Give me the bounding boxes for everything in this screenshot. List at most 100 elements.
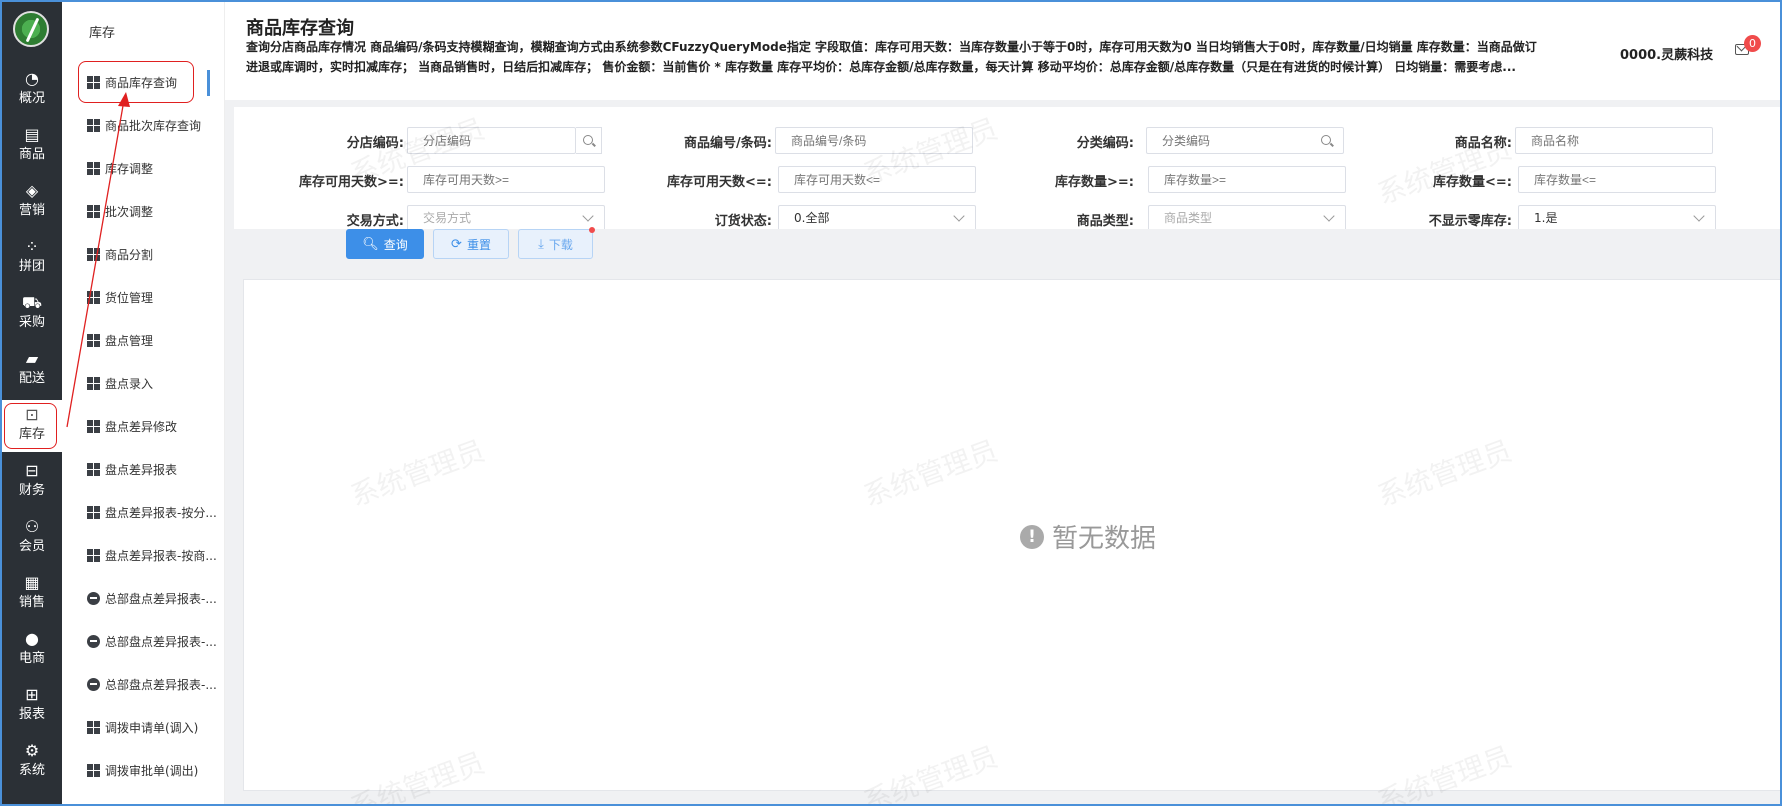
nav-item-delivery[interactable]: ▰ 配送 (2, 344, 62, 396)
menu-item-location-manage[interactable]: 货位管理 (87, 286, 222, 308)
menu-item-label: 总部盘点差异报表-... (105, 591, 217, 606)
nav-item-finance[interactable]: ⊟ 财务 (2, 456, 62, 508)
menu-item-batch-stock-query[interactable]: 商品批次库存查询 (87, 114, 222, 136)
menu-item-label: 商品分割 (105, 247, 154, 262)
nav-item-marketing[interactable]: ◈ 营销 (2, 176, 62, 228)
menu-item-label: 批次调整 (105, 204, 154, 219)
menu-item-stocktake-manage[interactable]: 盘点管理 (87, 329, 222, 351)
circle-minus-icon (87, 634, 100, 648)
field-label: 库存数量<=: (1433, 175, 1512, 190)
category-code-input[interactable] (1146, 127, 1344, 154)
select-value: 1.是 (1534, 211, 1558, 225)
download-notice-dot (589, 227, 595, 233)
menu-item-hq-diff-report-3[interactable]: 总部盘点差异报表-... (87, 673, 222, 695)
nav-item-goods[interactable]: ▤ 商品 (2, 120, 62, 172)
truck-icon: ▰ (25, 349, 39, 368)
nav-label: 营销 (18, 203, 45, 218)
field-label: 库存可用天数>=: (299, 175, 404, 190)
menu-item-hq-diff-report-2[interactable]: 总部盘点差异报表-... (87, 630, 222, 652)
nav-item-reports[interactable]: ⊞ 报表 (2, 680, 62, 732)
download-button[interactable]: ⤓ 下载 (518, 229, 593, 259)
nav-item-overview[interactable]: ◔ 概况 (2, 64, 62, 116)
grid-icon (87, 118, 100, 132)
menu-item-transfer-approve-out[interactable]: 调拨审批单(调出) (87, 759, 222, 781)
available-days-min-input[interactable] (407, 166, 605, 193)
company-logo (13, 11, 49, 47)
search-form: 分店编码: 商品编号/条码: 分类编码: 商品名称: 库存可用天数>=: 库存可… (234, 107, 1780, 229)
grid-icon (87, 161, 100, 175)
nav-label: 拼团 (18, 259, 45, 274)
grid-icon (87, 204, 100, 218)
stock-qty-max-input[interactable] (1518, 166, 1716, 193)
goods-type-select[interactable]: 商品类型 (1148, 205, 1346, 229)
highlight-box-inventory (4, 403, 57, 449)
menu-item-label: 盘点差异修改 (105, 419, 178, 434)
menu-item-hq-diff-report-1[interactable]: 总部盘点差异报表-... (87, 587, 222, 609)
field-label: 库存数量>=: (1055, 175, 1134, 190)
search-icon[interactable] (1321, 135, 1331, 145)
stock-qty-min-input[interactable] (1148, 166, 1346, 193)
menu-item-diff-report-by-category[interactable]: 盘点差异报表-按分... (87, 501, 222, 523)
menu-item-goods-split[interactable]: 商品分割 (87, 243, 222, 265)
grid-icon (87, 720, 100, 734)
reset-button[interactable]: ⟳ 重置 (433, 229, 509, 259)
field-label: 交易方式: (346, 214, 404, 229)
menu-item-batch-adjust[interactable]: 批次调整 (87, 200, 222, 222)
goods-code-input[interactable] (775, 127, 973, 154)
download-button-label: 下载 (548, 237, 573, 252)
cart-icon: ⛟ (21, 293, 43, 312)
register-icon: ▦ (24, 573, 40, 592)
nav-label: 概况 (18, 91, 45, 106)
grid-icon (87, 333, 100, 347)
menu-item-label: 货位管理 (105, 290, 154, 305)
order-status-select[interactable]: 0.全部 (778, 205, 976, 229)
field-label: 分店编码: (346, 136, 404, 151)
grid-icon (87, 419, 100, 433)
circle-minus-icon (87, 591, 100, 605)
menu-item-stock-adjust[interactable]: 库存调整 (87, 157, 222, 179)
empty-state-text: 暂无数据 (1052, 524, 1157, 554)
menu-item-label: 盘点差异报表 (105, 462, 178, 477)
menu-item-diff-edit[interactable]: 盘点差异修改 (87, 415, 222, 437)
menu-item-stocktake-entry[interactable]: 盘点录入 (87, 372, 222, 394)
chevron-down-icon (953, 210, 965, 222)
store-code-search-button[interactable] (576, 127, 602, 154)
menu-item-diff-report-by-goods[interactable]: 盘点差异报表-按商... (87, 544, 222, 566)
grid-icon (87, 290, 100, 304)
money-icon: ⊟ (25, 461, 39, 480)
hide-zero-stock-select[interactable]: 1.是 (1518, 205, 1716, 229)
search-icon (583, 135, 593, 145)
trade-mode-select[interactable]: 交易方式 (407, 205, 605, 229)
grid-icon (87, 462, 100, 476)
menu-item-label: 盘点差异报表-按分... (105, 505, 217, 520)
menu-item-label: 商品批次库存查询 (105, 118, 202, 133)
query-button-label: 查询 (383, 237, 408, 252)
chevron-down-icon (1323, 210, 1335, 222)
company-name[interactable]: 0000.灵蕨科技 (1620, 44, 1713, 63)
nav-label: 财务 (18, 483, 45, 498)
grid-icon (87, 247, 100, 261)
nav-item-group-buy[interactable]: ⁘ 拼团 (2, 232, 62, 284)
available-days-max-input[interactable] (778, 166, 976, 193)
nav-item-member[interactable]: ⚇ 会员 (2, 512, 62, 564)
bag-icon: ◈ (25, 181, 39, 200)
highlight-box-stock-query (78, 61, 194, 103)
menu-item-diff-report[interactable]: 盘点差异报表 (87, 458, 222, 480)
menu-item-label: 调拨审批单(调出) (105, 763, 199, 778)
menu-item-transfer-request-in[interactable]: 调拨申请单(调入) (87, 716, 222, 738)
nav-label: 配送 (18, 371, 45, 386)
refresh-icon: ⟳ (451, 236, 462, 252)
report-icon: ⊞ (25, 685, 39, 704)
nav-item-purchase[interactable]: ⛟ 采购 (2, 288, 62, 340)
nav-label: 销售 (18, 595, 45, 610)
nav-label: 电商 (18, 651, 45, 666)
nav-item-system[interactable]: ⚙ 系统 (2, 736, 62, 788)
nav-item-ecommerce[interactable]: ● 电商 (2, 624, 62, 676)
goods-name-input[interactable] (1515, 127, 1713, 154)
query-button[interactable]: 🔍︎ 查询 (346, 229, 424, 259)
nav-item-sales[interactable]: ▦ 销售 (2, 568, 62, 620)
gear-icon: ⚙ (24, 741, 40, 760)
dashboard-icon: ◔ (25, 69, 39, 88)
store-code-input[interactable] (407, 127, 576, 154)
select-placeholder: 商品类型 (1164, 211, 1213, 225)
